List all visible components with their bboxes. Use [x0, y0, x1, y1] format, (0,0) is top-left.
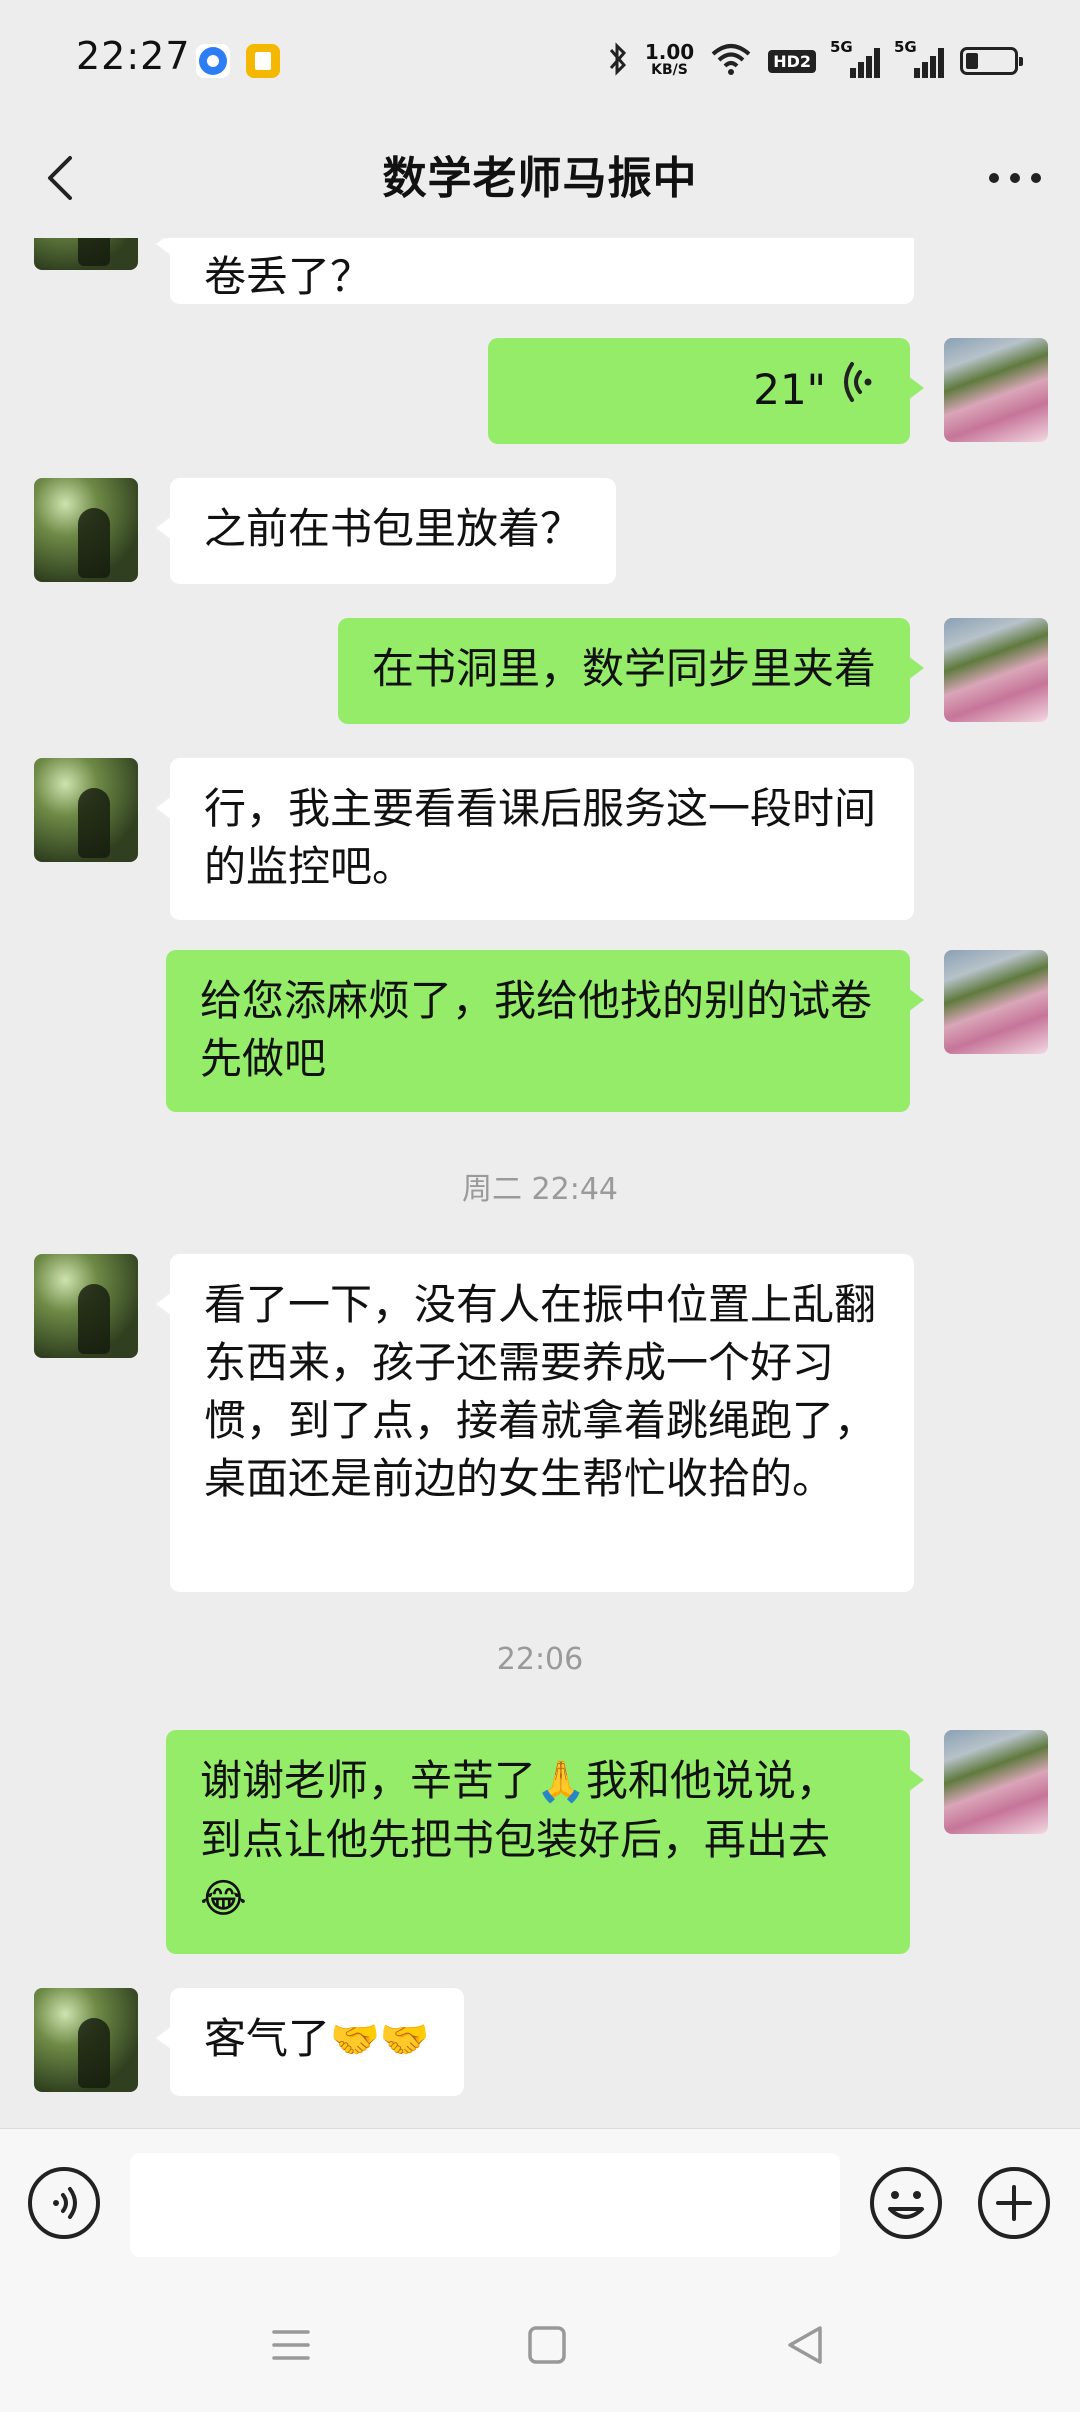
battery-icon — [960, 47, 1023, 75]
signal-1-icon: 5G — [830, 38, 880, 78]
back-triangle-icon[interactable] — [782, 2322, 828, 2368]
my-avatar[interactable] — [944, 1730, 1048, 1834]
emoji-icon[interactable] — [868, 2165, 944, 2241]
battery-level — [966, 53, 978, 69]
chat-header: 数学老师马振中 — [0, 120, 1080, 238]
my-avatar[interactable] — [944, 950, 1048, 1054]
status-time: 22:27 — [76, 34, 191, 78]
message-text: 之前在书包里放着？ — [204, 504, 583, 553]
signal-2-label: 5G — [894, 38, 917, 56]
status-bar: 22:27 1.00 KB/S HD2 5G 5G — [0, 0, 1080, 120]
message-bubble[interactable]: 给您添麻烦了，我给他找的别的试卷先做吧 — [166, 950, 924, 1112]
net-speed-value: 1.00 — [644, 40, 695, 64]
signal-1-label: 5G — [830, 38, 853, 56]
teacher-avatar[interactable] — [34, 1254, 138, 1358]
network-speed: 1.00 KB/S — [644, 40, 695, 79]
teacher-avatar[interactable] — [34, 238, 138, 270]
chat-title: 数学老师马振中 — [382, 153, 698, 204]
laugh-cry-emoji: 😂 — [200, 1876, 247, 1922]
pray-emoji: 🙏 — [536, 1759, 586, 1805]
message-text: 给您添麻烦了，我给他找的别的试卷先做吧 — [200, 976, 873, 1083]
teacher-avatar[interactable] — [34, 758, 138, 862]
voice-input-icon[interactable] — [26, 2165, 102, 2241]
message-bubble[interactable]: 卷丢了？ — [156, 238, 914, 304]
message-input[interactable] — [130, 2153, 840, 2257]
hd-badge: HD2 — [768, 49, 816, 73]
message-text: 卷丢了？ — [204, 252, 373, 301]
message-text: 行，我主要看看课后服务这一段时间的监控吧。 — [204, 784, 877, 891]
message-timestamp: 周二 22:44 — [462, 1172, 618, 1207]
message-bubble[interactable]: 在书洞里，数学同步里夹着 — [337, 618, 925, 724]
signal-2-icon: 5G — [894, 38, 944, 78]
voice-duration: 21" — [753, 364, 826, 414]
net-speed-unit: KB/S — [651, 62, 688, 78]
notes-notification-icon — [246, 44, 280, 78]
menu-icon[interactable] — [268, 2322, 314, 2368]
message-bubble[interactable]: 行，我主要看看课后服务这一段时间的监控吧。 — [156, 758, 914, 920]
message-bubble[interactable]: 之前在书包里放着？ — [155, 478, 617, 584]
message-text: 客气了 — [204, 2014, 331, 2063]
my-avatar[interactable] — [944, 338, 1048, 442]
handshake-emoji: 🤝🤝 — [330, 2017, 430, 2063]
app-notification-icon — [196, 44, 230, 78]
message-bubble[interactable]: 客气了🤝🤝 — [156, 1988, 464, 2096]
more-dots-icon[interactable] — [980, 150, 1050, 206]
voice-wave-icon — [840, 360, 876, 419]
teacher-avatar[interactable] — [34, 1988, 138, 2092]
message-text: 在书洞里，数学同步里夹着 — [371, 644, 876, 693]
home-square-icon[interactable] — [524, 2322, 570, 2368]
message-bubble[interactable]: 谢谢老师，辛苦了🙏我和他说说，到点让他先把书包装好后，再出去😂 — [166, 1730, 924, 1954]
system-navigation-bar — [0, 2278, 1080, 2412]
plus-icon[interactable] — [976, 2165, 1052, 2241]
wifi-icon — [710, 42, 752, 80]
message-timestamp: 22:06 — [496, 1642, 584, 1677]
message-text: 看了一下，没有人在振中位置上乱翻东西来，孩子还需要养成一个好习惯，到了点，接着就… — [204, 1280, 877, 1503]
teacher-avatar[interactable] — [34, 478, 138, 582]
status-right-cluster: 1.00 KB/S HD2 5G 5G — [607, 36, 1023, 86]
bluetooth-icon — [607, 41, 629, 81]
chat-messages[interactable]: 卷丢了？ 21" 之前在书包里放着？ 在书洞里，数学同步里夹着 行，我主要看看课… — [0, 238, 1080, 2128]
message-text: 谢谢老师，辛苦了 — [200, 1756, 537, 1805]
message-bubble[interactable]: 看了一下，没有人在振中位置上乱翻东西来，孩子还需要养成一个好习惯，到了点，接着就… — [156, 1254, 914, 1592]
input-bar — [0, 2128, 1080, 2279]
my-avatar[interactable] — [944, 618, 1048, 722]
voice-message-bubble[interactable]: 21" — [488, 338, 924, 444]
